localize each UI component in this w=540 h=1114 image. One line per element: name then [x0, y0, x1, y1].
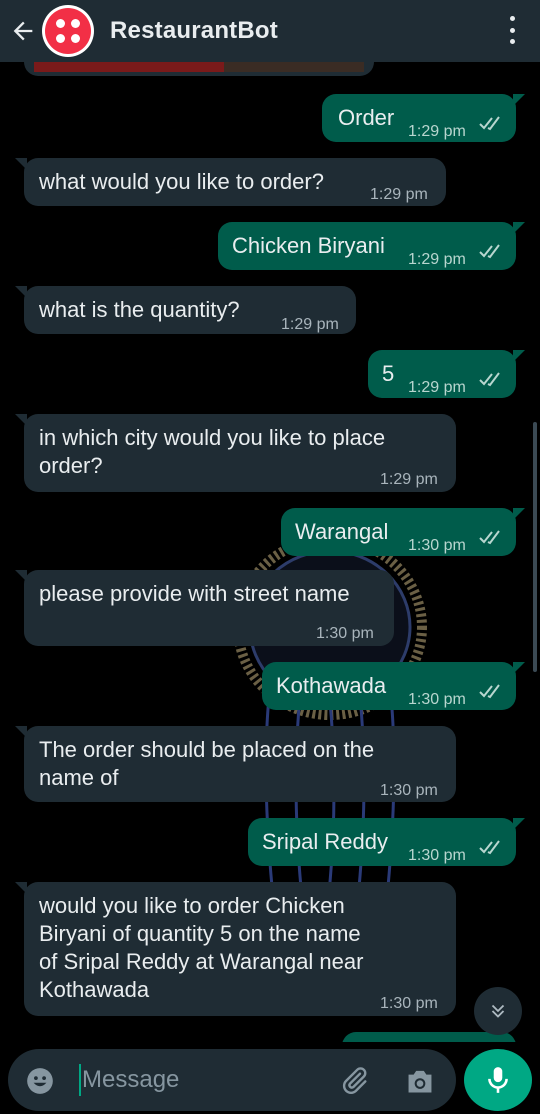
message-outgoing[interactable]: Kothawada 1:30 pm	[262, 662, 525, 710]
message-list[interactable]: Order 1:29 pm what would you like to ord…	[0, 62, 540, 1042]
message-time: 1:29 pm	[380, 471, 438, 488]
message-outgoing[interactable]: Warangal 1:30 pm	[281, 508, 525, 556]
emoji-icon[interactable]	[26, 1067, 54, 1095]
message-text: in which city would you like to place or…	[39, 425, 386, 478]
message-incoming[interactable]: please provide with street name 1:30 pm	[15, 570, 394, 646]
message-text: please provide with street name	[39, 581, 350, 606]
message-time: 1:29 pm	[281, 316, 339, 333]
double-check-icon	[479, 116, 500, 131]
mic-button[interactable]	[464, 1049, 532, 1111]
message-text: 5	[382, 361, 395, 386]
message-input[interactable]	[82, 1061, 322, 1099]
message-time: 1:29 pm	[370, 186, 428, 203]
message-incoming[interactable]: what would you like to order? 1:29 pm	[15, 158, 446, 206]
more-vert-icon[interactable]	[506, 12, 518, 48]
message-outgoing[interactable]: Order 1:29 pm	[322, 94, 525, 142]
message-composer	[8, 1049, 456, 1111]
scroll-down-icon	[491, 1004, 505, 1018]
message-text: Chicken Biryani	[232, 233, 385, 258]
double-check-icon	[479, 244, 500, 259]
message-text: Order	[338, 105, 395, 130]
chat-title[interactable]: RestaurantBot	[110, 17, 278, 45]
partial-image-message	[24, 62, 374, 76]
message-text: Warangal	[295, 519, 389, 544]
chat-header: RestaurantBot	[0, 0, 540, 62]
text-caret	[79, 1064, 81, 1096]
double-check-icon	[479, 684, 500, 699]
message-time: 1:30 pm	[408, 537, 466, 554]
message-text: what would you like to order?	[39, 169, 324, 194]
message-time: 1:30 pm	[380, 782, 438, 799]
message-incoming[interactable]: The order should be placed on the name o…	[15, 726, 456, 802]
scroll-down-button[interactable]	[474, 987, 522, 1035]
message-incoming[interactable]: what is the quantity? 1:29 pm	[15, 286, 356, 334]
message-time: 1:30 pm	[380, 995, 438, 1012]
message-outgoing[interactable]: Sripal Reddy 1:30 pm	[248, 818, 525, 866]
message-time: 1:30 pm	[408, 691, 466, 708]
message-time: 1:30 pm	[316, 625, 374, 642]
message-text: would you like to order Chicken Biryani …	[39, 893, 364, 1002]
message-text: Kothawada	[276, 673, 387, 698]
mic-icon	[488, 1067, 508, 1093]
double-check-icon	[479, 372, 500, 387]
message-time: 1:30 pm	[408, 847, 466, 864]
message-text: The order should be placed on the name o…	[39, 737, 375, 790]
back-button[interactable]	[4, 7, 42, 55]
back-arrow-icon	[13, 21, 33, 41]
attach-icon[interactable]	[338, 1065, 370, 1097]
message-time: 1:29 pm	[408, 379, 466, 396]
double-check-icon	[479, 530, 500, 545]
double-check-icon	[479, 840, 500, 855]
message-outgoing[interactable]: Chicken Biryani 1:29 pm	[218, 222, 525, 270]
message-time: 1:29 pm	[408, 123, 466, 140]
message-incoming[interactable]: in which city would you like to place or…	[15, 414, 456, 492]
message-time: 1:29 pm	[408, 251, 466, 268]
message-incoming[interactable]: would you like to order Chicken Biryani …	[15, 882, 456, 1016]
scrollbar[interactable]	[533, 422, 537, 672]
message-text: what is the quantity?	[39, 297, 240, 322]
message-text: Sripal Reddy	[262, 829, 388, 854]
avatar[interactable]	[42, 5, 94, 57]
camera-icon[interactable]	[404, 1067, 436, 1095]
twilio-logo-icon	[45, 8, 91, 54]
message-outgoing[interactable]: 5 1:29 pm	[368, 350, 525, 398]
